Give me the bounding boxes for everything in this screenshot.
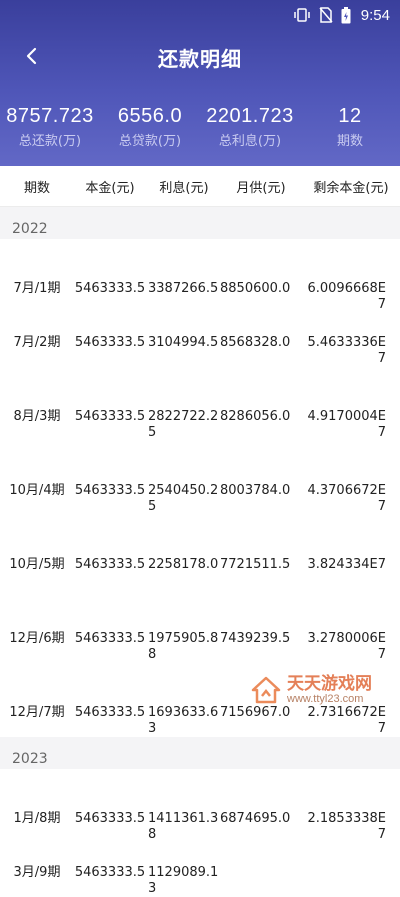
watermark-logo-icon xyxy=(251,676,281,704)
cell-monthly: 8568328.0 xyxy=(220,335,291,350)
column-header-remaining: 剩余本金(元) xyxy=(313,180,389,196)
cell-interest: 1411361.38 xyxy=(148,811,219,842)
cell-remaining: 5.4633336E7 xyxy=(307,335,386,366)
page-title: 还款明细 xyxy=(158,47,242,71)
cell-principal: 5463333.5 xyxy=(74,335,146,350)
cell-principal: 5463333.5 xyxy=(74,281,146,296)
cell-period: 12月/7期 xyxy=(9,705,65,720)
status-time: 9:54 xyxy=(360,6,390,24)
summary-label: 总贷款(万) xyxy=(118,134,182,149)
cell-remaining: 3.2780006E7 xyxy=(307,631,386,662)
table-header: 期数 本金(元) 利息(元) 月供(元) 剩余本金(元) xyxy=(0,166,400,207)
cell-period: 7月/2期 xyxy=(13,335,61,350)
summary-value: 6556.0 xyxy=(117,105,183,127)
cell-remaining: 3.824334E7 xyxy=(307,557,386,572)
cell-period: 1月/8期 xyxy=(13,811,61,826)
cell-principal: 5463333.5 xyxy=(74,811,146,826)
cell-remaining: 6.0096668E7 xyxy=(307,281,386,312)
cell-monthly: 7721511.5 xyxy=(220,557,291,572)
year-header: 2023 xyxy=(0,737,400,769)
cell-period: 7月/1期 xyxy=(13,281,61,296)
year-header: 2022 xyxy=(0,207,400,239)
status-bar: 9:54 xyxy=(293,5,390,25)
summary-stats: 8757.723 总还款(万) 6556.0 总贷款(万) 2201.723 总… xyxy=(0,104,400,150)
battery-icon xyxy=(341,6,351,24)
summary-total-loan: 6556.0 总贷款(万) xyxy=(100,104,200,150)
column-header-principal: 本金(元) xyxy=(85,180,135,196)
summary-total-interest: 2201.723 总利息(万) xyxy=(200,104,300,150)
cell-period: 10月/5期 xyxy=(9,557,65,572)
cell-remaining: 2.7316672E7 xyxy=(307,705,386,736)
summary-value: 8757.723 xyxy=(6,105,94,127)
repayment-list[interactable]: 2022 7月/1期 5463333.5 3387266.5 8850600.0 6.00… xyxy=(0,207,400,897)
cell-remaining: 4.9170004E7 xyxy=(307,409,386,440)
header: 9:54 还款明细 8757.723 总还款(万) 6556.0 总贷款(万) … xyxy=(0,0,400,166)
table-row: 10月/5期 5463333.5 2258178.0 7721511.5 3.82433… xyxy=(0,515,400,589)
watermark: 天天游戏网 www.ttyl23.com xyxy=(251,675,372,705)
cell-period: 10月/4期 xyxy=(9,483,65,498)
cell-interest: 1975905.88 xyxy=(148,631,219,662)
summary-label: 总利息(万) xyxy=(218,134,282,149)
cell-remaining: 2.1853338E7 xyxy=(307,811,386,842)
cell-interest: 2822722.25 xyxy=(148,409,219,440)
column-header-interest: 利息(元) xyxy=(159,180,209,196)
cell-period: 8月/3期 xyxy=(13,409,61,424)
nav-bar: 还款明细 xyxy=(0,30,400,82)
watermark-text: 天天游戏网 xyxy=(287,674,372,694)
vibrate-icon xyxy=(293,8,311,22)
summary-value: 2201.723 xyxy=(206,105,294,127)
column-header-period: 期数 xyxy=(23,180,50,196)
cell-interest: 2540450.25 xyxy=(148,483,219,514)
cell-period: 3月/9期 xyxy=(13,865,61,880)
cell-principal: 5463333.5 xyxy=(74,557,146,572)
cell-interest: 1693633.63 xyxy=(148,705,219,736)
summary-label: 总还款(万) xyxy=(18,134,82,149)
table-row: 10月/4期 5463333.5 2540450.25 8003784.0 4.3706… xyxy=(0,441,400,515)
cell-remaining: 4.3706672E7 xyxy=(307,483,386,514)
cell-principal: 5463333.5 xyxy=(74,483,146,498)
cell-principal: 5463333.5 xyxy=(74,409,146,424)
summary-value: 12 xyxy=(338,105,362,127)
table-row: 8月/3期 5463333.5 2822722.25 8286056.0 4.91700… xyxy=(0,367,400,441)
summary-periods: 12 期数 xyxy=(300,104,400,150)
cell-monthly: 8850600.0 xyxy=(220,281,291,296)
cell-monthly: 7156967.0 xyxy=(220,705,291,720)
table-row: 7月/1期 5463333.5 3387266.5 8850600.0 6.009666… xyxy=(0,239,400,312)
cell-monthly: 6874695.0 xyxy=(220,811,291,826)
cell-monthly: 7439239.5 xyxy=(220,631,291,646)
cell-interest: 1129089.13 xyxy=(148,865,219,896)
cell-period: 12月/6期 xyxy=(9,631,65,646)
cell-monthly: 8286056.0 xyxy=(220,409,291,424)
cell-interest: 3104994.5 xyxy=(148,335,219,350)
summary-total-repayment: 8757.723 总还款(万) xyxy=(0,104,100,150)
cell-principal: 5463333.5 xyxy=(74,705,146,720)
cell-interest: 2258178.0 xyxy=(148,557,219,572)
watermark-url: www.ttyl23.com xyxy=(287,693,364,705)
summary-label: 期数 xyxy=(336,134,363,149)
cell-monthly: 8003784.0 xyxy=(220,483,291,498)
cell-principal: 5463333.5 xyxy=(74,631,146,646)
table-row: 1月/8期 5463333.5 1411361.38 6874695.0 2.18533… xyxy=(0,769,400,842)
cell-interest: 3387266.5 xyxy=(148,281,219,296)
table-row: 12月/6期 5463333.5 1975905.88 7439239.5 3.2780… xyxy=(0,589,400,663)
cell-principal: 5463333.5 xyxy=(74,865,146,880)
no-sim-icon xyxy=(319,7,333,23)
column-header-monthly: 月供(元) xyxy=(236,180,286,196)
